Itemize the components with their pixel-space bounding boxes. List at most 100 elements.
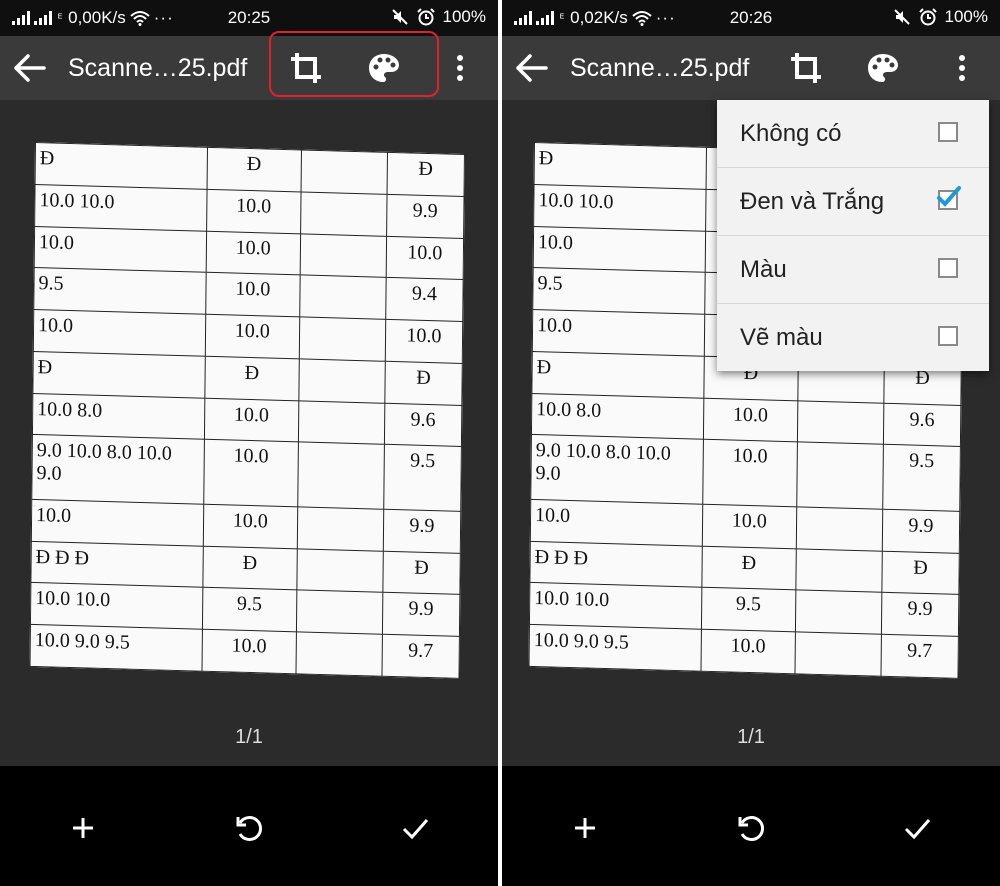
table-cell: 9.7: [381, 634, 460, 679]
battery-level: 100%: [944, 7, 988, 26]
table-cell: [298, 358, 386, 403]
page-indicator: 1/1: [737, 726, 765, 748]
table-cell: 9.7: [880, 634, 959, 679]
rotate-icon[interactable]: [229, 808, 269, 848]
mute-icon: [893, 9, 910, 25]
table-cell: 10.0: [703, 397, 798, 443]
alarm-icon: [416, 8, 435, 26]
table-cell: 10.0: [533, 225, 706, 273]
checkbox-unchecked[interactable]: [938, 122, 958, 142]
app-toolbar: Scanne…25.pdf: [502, 36, 1000, 100]
table-cell: [795, 548, 883, 593]
table-cell: 9.5: [33, 267, 206, 315]
table-cell: 10.0 10.0: [529, 582, 702, 630]
table-cell: Đ: [35, 142, 208, 190]
table-cell: 10.0: [204, 397, 299, 443]
table-cell: 10.0: [34, 225, 207, 273]
confirm-check-icon[interactable]: [395, 808, 435, 848]
menu-item-label: Vẽ màu: [740, 324, 823, 351]
table-cell: [796, 506, 883, 551]
table-cell: [296, 590, 383, 635]
screen-before: ᴱ 0,00K/s ··· 20:25 100% Scanne…25.pdf Đ…: [0, 0, 498, 886]
table-cell: [298, 400, 385, 445]
table-cell: Đ: [382, 550, 461, 595]
table-cell: 10.0: [385, 235, 464, 280]
menu-item-label: Màu: [740, 256, 787, 283]
table-cell: [796, 442, 884, 510]
table-cell: 9.9: [386, 194, 465, 238]
checkbox-unchecked[interactable]: [938, 258, 958, 278]
table-cell: 10.0 10.0: [30, 582, 203, 630]
table-cell: Đ Đ Đ: [30, 541, 203, 588]
palette-icon[interactable]: [865, 50, 901, 86]
menu-item-color[interactable]: Màu: [717, 236, 989, 304]
table-cell: [299, 316, 386, 362]
table-cell: Đ: [701, 545, 797, 591]
table-cell: Đ: [386, 152, 465, 197]
bottom-bar: [0, 766, 498, 886]
table-cell: 10.0: [701, 504, 797, 549]
table-row: 9.0 10.0 8.0 10.0 9.0 10.0 9.5: [530, 434, 961, 512]
table-cell: Đ: [534, 142, 707, 190]
table-cell: 9.9: [382, 592, 460, 637]
add-page-plus-icon[interactable]: [63, 808, 103, 848]
bottom-bar: [502, 766, 1000, 886]
status-bar: ᴱ 0,02K/s ··· 20:26 100%: [502, 0, 1000, 36]
checkbox-unchecked[interactable]: [938, 326, 958, 346]
table-cell: 10.0: [206, 189, 302, 234]
table-cell: 9.5: [882, 444, 961, 512]
table-cell: 10.0: [203, 439, 299, 507]
table-cell: [794, 632, 882, 677]
table-cell: 10.0 9.0 9.5: [30, 624, 203, 672]
back-arrow-icon[interactable]: [512, 50, 552, 86]
table-cell: 9.5: [202, 587, 297, 633]
table-cell: 10.0: [31, 499, 204, 546]
confirm-check-icon[interactable]: [897, 808, 937, 848]
add-page-plus-icon[interactable]: [565, 808, 605, 848]
table-cell: [301, 149, 388, 195]
color-mode-menu: Không có Đen và Trắng Màu Vẽ màu: [717, 100, 989, 371]
table-cell: 10.0: [532, 309, 705, 357]
table-cell: Đ: [881, 550, 960, 595]
scanned-page: ĐĐĐ10.0 10.010.09.910.010.010.09.510.09.…: [29, 142, 465, 679]
back-arrow-icon[interactable]: [10, 50, 50, 86]
table-cell: 10.0: [33, 309, 206, 357]
more-vert-icon[interactable]: [944, 50, 980, 86]
table-cell: Đ: [202, 545, 298, 591]
table-cell: 10.0: [204, 314, 300, 359]
table-cell: 9.9: [383, 509, 461, 554]
table-cell: [795, 590, 882, 635]
battery-level: 100%: [442, 7, 486, 26]
table-cell: 10.0 9.0 9.5: [529, 624, 702, 672]
table-cell: 10.0: [700, 629, 796, 674]
table-cell: 10.0: [205, 230, 301, 276]
check-icon: [937, 186, 961, 207]
crop-icon[interactable]: [788, 50, 824, 86]
alarm-icon: [918, 8, 937, 26]
table-cell: [299, 275, 386, 320]
menu-item-black-white[interactable]: Đen và Trắng: [717, 168, 989, 236]
table-cell: 9.4: [385, 277, 464, 322]
table-cell: 9.5: [383, 444, 462, 512]
table-cell: 10.0 8.0: [32, 392, 205, 440]
table-cell: Đ: [384, 361, 463, 405]
highlight-box: [269, 31, 439, 97]
table-cell: [297, 442, 385, 510]
table-cell: Đ: [531, 351, 704, 398]
rotate-icon[interactable]: [731, 808, 771, 848]
table-cell: Đ: [206, 147, 302, 192]
table-cell: [797, 400, 884, 445]
menu-item-none[interactable]: Không có: [717, 100, 989, 168]
table-cell: 10.0 10.0: [34, 184, 207, 231]
table-cell: 9.0 10.0 8.0 10.0 9.0: [31, 434, 205, 505]
table-cell: Đ Đ Đ: [529, 541, 702, 588]
menu-item-drawing[interactable]: Vẽ màu: [717, 304, 989, 371]
table-cell: 9.6: [883, 402, 961, 447]
table-cell: [295, 632, 383, 677]
table-cell: [297, 506, 384, 551]
more-vert-icon[interactable]: [442, 50, 478, 86]
mute-icon: [391, 9, 408, 25]
table-cell: 10.0: [201, 629, 297, 674]
table-cell: 10.0 10.0: [533, 184, 706, 231]
table-cell: 9.6: [384, 402, 462, 447]
